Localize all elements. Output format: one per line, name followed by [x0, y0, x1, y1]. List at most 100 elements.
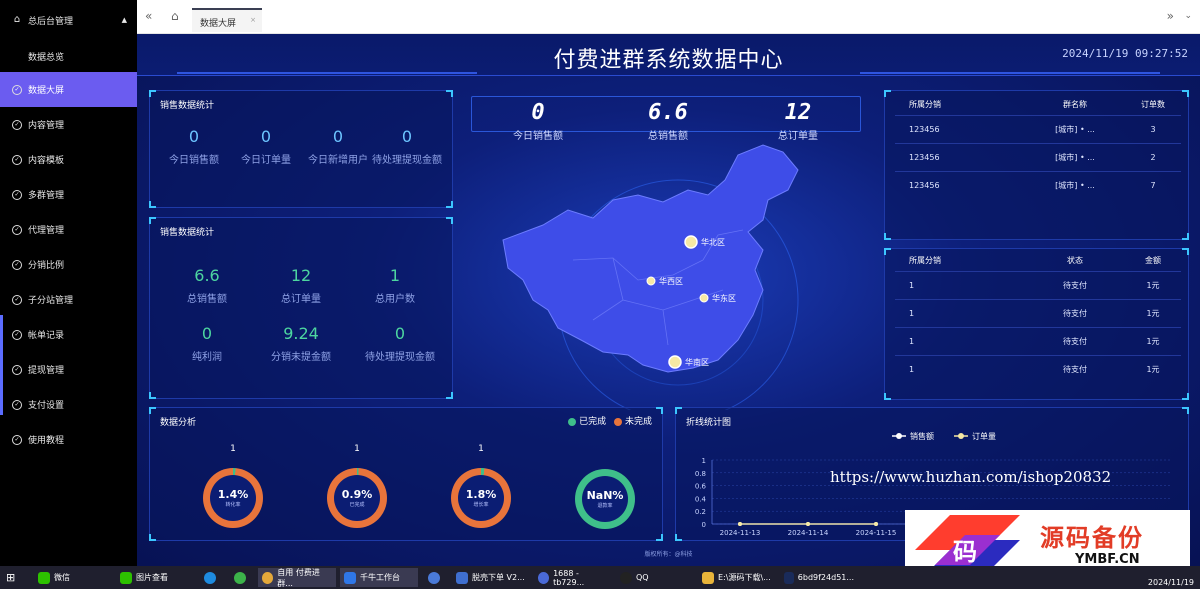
taskbar-item-edge[interactable] — [200, 568, 224, 587]
taskbar-item-explorer[interactable]: E:\源码下载\... — [698, 568, 776, 587]
sidebar-item-dashboard[interactable]: ✓ 数据大屏 — [0, 72, 137, 107]
donut-center: 1.8% 增长率 — [458, 475, 504, 521]
map-label-west: 华西区 — [659, 276, 683, 286]
map-marker-north — [684, 235, 698, 249]
taskbar-item-order[interactable]: 脱壳下单 V2... — [452, 568, 530, 587]
image-viewer-icon — [120, 571, 132, 584]
legend-label-done: 已完成 — [579, 417, 607, 427]
table-row[interactable]: 1 待支付 1元 — [895, 354, 1181, 383]
sidebar-item-tutorial[interactable]: ✓ 使用教程 — [0, 422, 137, 457]
stat-label: 总订单量 — [281, 294, 321, 305]
home-icon[interactable]: ⌂ — [171, 9, 179, 23]
center-map-area: 0 今日销售额 6.6 总销售额 12 总订单量 华北区 华西区 华东区 华南区 — [463, 90, 867, 410]
sidebar-item-content[interactable]: ✓ 内容管理 — [0, 107, 137, 142]
legend-dot-undone — [613, 417, 622, 426]
y-tick-label: 0.4 — [695, 495, 707, 503]
sidebar-item-overview[interactable]: 数据总览 — [0, 40, 137, 72]
taskbar-item-qq[interactable]: QQ — [616, 568, 653, 587]
check-circle-icon: ✓ — [12, 189, 22, 200]
sidebar-item-withdraw[interactable]: ✓ 提现管理 — [0, 352, 137, 387]
data-point — [738, 522, 742, 526]
taskbar-item-1688[interactable]: 1688 - tb729... — [534, 568, 612, 587]
x-tick-label: 2024-11-13 — [720, 529, 761, 537]
qq-icon — [620, 571, 632, 584]
taskbar-item-360[interactable] — [230, 568, 254, 587]
sidebar-item-label: 子分站管理 — [28, 296, 74, 306]
stat-label: 分销未提金额 — [271, 352, 331, 363]
check-circle-icon: ✓ — [12, 329, 22, 340]
y-tick-label: 0 — [702, 521, 706, 529]
panel-title: 销售数据统计 — [160, 101, 215, 111]
donut-count: 1 — [354, 444, 360, 454]
sidebar-item-template[interactable]: ✓ 内容模板 — [0, 142, 137, 177]
sidebar-item-ratio[interactable]: ✓ 分销比例 — [0, 247, 137, 282]
sidebar: ⌂ 总后台管理 ▲ 数据总览 ✓ 数据大屏 ✓ 内容管理 ✓ 内容模板 ✓ 多群管理 … — [0, 0, 137, 566]
check-circle-icon: ✓ — [12, 259, 22, 270]
table-cell: 2 — [1125, 142, 1181, 171]
watermark-logo-text: 源码备份 — [1040, 524, 1144, 552]
close-icon[interactable]: × — [250, 16, 256, 24]
stat-value: 0 — [260, 127, 272, 146]
kpi-total-sales: 6.6 总销售额 — [613, 100, 723, 142]
caret-up-icon: ▲ — [121, 16, 127, 24]
x-tick-label: 2024-11-14 — [788, 529, 829, 537]
table-cell: 123456 — [895, 170, 1025, 199]
double-chevron-left-icon[interactable]: « — [145, 9, 152, 23]
sidebar-header[interactable]: ⌂ 总后台管理 ▲ — [0, 0, 137, 40]
table-row[interactable]: 123456 [城市] • ... 7 — [895, 170, 1181, 199]
double-chevron-right-icon[interactable]: » — [1167, 9, 1174, 23]
stat-label: 今日新增用户 — [308, 155, 368, 166]
check-circle-icon: ✓ — [12, 434, 22, 445]
watermark-url: https://www.huzhan.com/ishop20832 — [830, 468, 1112, 486]
stat-label: 待处理提现金额 — [372, 155, 442, 166]
app-root: ⌂ 总后台管理 ▲ 数据总览 ✓ 数据大屏 ✓ 内容管理 ✓ 内容模板 ✓ 多群管理 … — [0, 0, 1200, 589]
taskbar-item-browser[interactable]: 自用 付费进群... — [258, 568, 336, 588]
tab-dashboard[interactable]: 数据大屏 × — [192, 8, 262, 32]
table-header: 订单数 — [1141, 100, 1165, 110]
check-circle-icon: ✓ — [12, 364, 22, 375]
table-row[interactable]: 1 待支付 1元 — [895, 298, 1181, 327]
taskbar-item-photoshop[interactable]: 6bd9f24d51... — [780, 568, 858, 587]
taskbar-item-wechat[interactable]: 微信 — [34, 568, 74, 587]
taskbar-item-images[interactable]: 图片查看 — [116, 568, 172, 587]
taskbar-item-qianniu[interactable]: 千牛工作台 — [340, 568, 418, 587]
panel-analysis: 数据分析 已完成 未完成 1 1.4% 转化率 1 0.9% 已完成 1 1.8… — [149, 407, 663, 541]
taskbar-item-label: QQ — [636, 573, 649, 582]
table-row[interactable]: 1 待支付 1元 — [895, 270, 1181, 299]
group-table: 所属分销 群名称 订单数 123456 [城市] • ... 3 123456 … — [895, 95, 1181, 199]
sidebar-item-substation[interactable]: ✓ 子分站管理 — [0, 282, 137, 317]
stat-total-orders: 12 总订单量 — [256, 266, 346, 306]
donut-center: 0.9% 已完成 — [334, 475, 380, 521]
start-button[interactable]: ⊞ — [2, 568, 19, 587]
taskbar-item-app[interactable] — [424, 568, 448, 587]
check-circle-icon: ✓ — [12, 224, 22, 235]
datetime: 2024/11/19 09:27:52 — [1062, 47, 1188, 60]
stat-value: 0 — [188, 127, 200, 146]
stat-total-sales: 6.6 总销售额 — [162, 266, 252, 306]
sidebar-item-bills[interactable]: ✓ 帐单记录 — [0, 317, 137, 352]
table-row[interactable]: 123456 [城市] • ... 2 — [895, 142, 1181, 171]
browser-icon — [234, 571, 246, 584]
taskbar-item-label: 6bd9f24d51... — [797, 573, 854, 582]
map-marker-west — [646, 276, 656, 286]
stat-label: 今日销售额 — [169, 155, 219, 166]
check-circle-icon: ✓ — [12, 154, 22, 165]
donut-sub: 转化率 — [225, 502, 241, 508]
legend-dot-done — [568, 417, 577, 426]
chevron-down-icon[interactable]: ⌄ — [1184, 11, 1192, 21]
stat-label: 总销售额 — [187, 294, 227, 305]
table-header: 状态 — [1067, 256, 1083, 266]
stat-pending-withdraw: 0 待处理提现金额 — [372, 127, 442, 167]
table-cell: 待支付 — [1025, 354, 1125, 383]
table-row[interactable]: 1 待支付 1元 — [895, 326, 1181, 355]
y-tick-label: 1 — [702, 457, 706, 465]
table-row[interactable]: 123456 [城市] • ... 3 — [895, 114, 1181, 143]
sidebar-item-groups[interactable]: ✓ 多群管理 — [0, 177, 137, 212]
home-icon: ⌂ — [13, 14, 21, 25]
stat-today-sales: 0 今日销售额 — [158, 127, 230, 167]
sidebar-item-payment[interactable]: ✓ 支付设置 — [0, 387, 137, 422]
sidebar-item-label: 分销比例 — [28, 261, 65, 271]
tab-bar: « ⌂ 数据大屏 × » ⌄ — [137, 0, 1200, 34]
sidebar-item-label: 使用教程 — [28, 436, 65, 446]
sidebar-item-agent[interactable]: ✓ 代理管理 — [0, 212, 137, 247]
